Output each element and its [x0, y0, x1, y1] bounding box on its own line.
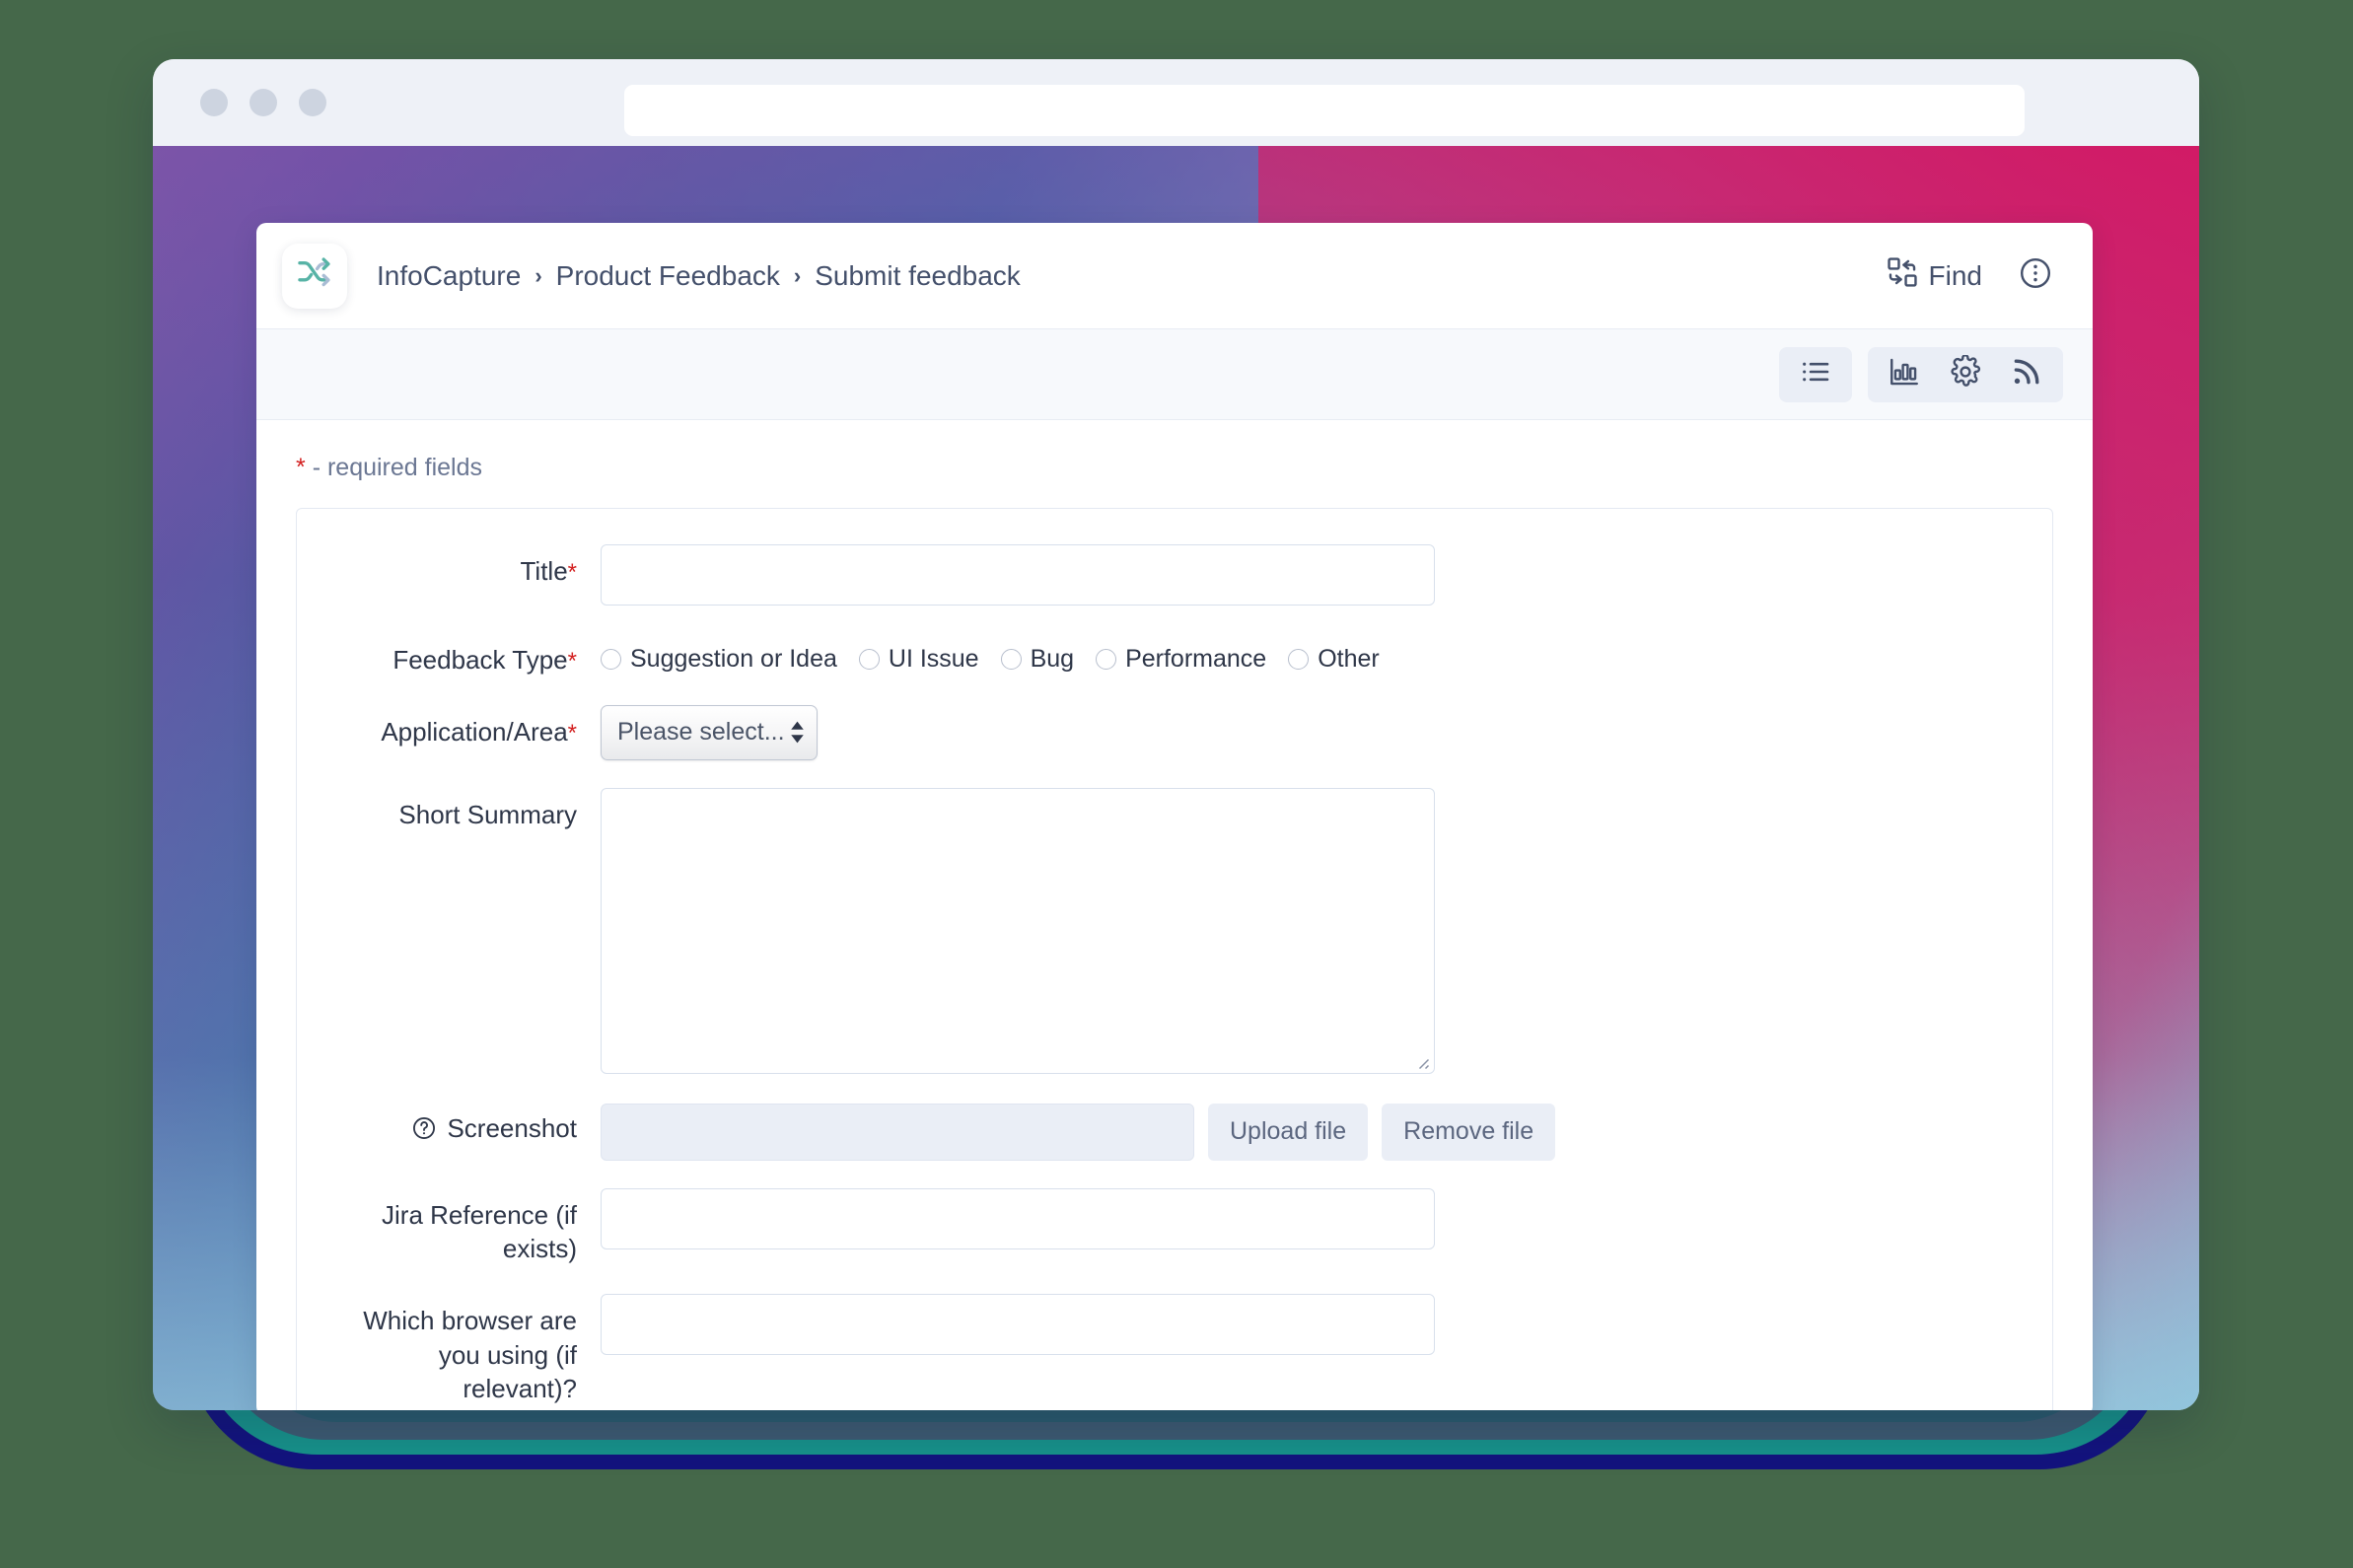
label-application-area-text: Application/Area [381, 716, 568, 747]
form-row-short-summary: Short Summary [297, 787, 2052, 1074]
header-actions: Find [1886, 255, 2053, 296]
control-jira-reference [601, 1187, 2023, 1249]
help-circle-icon[interactable] [411, 1115, 437, 1141]
title-input[interactable] [601, 544, 1435, 606]
browser-window: InfoCapture › Product Feedback › Submit … [153, 59, 2199, 1410]
breadcrumb: InfoCapture › Product Feedback › Submit … [377, 260, 1021, 292]
screenshot-file-row: Upload file Remove file [601, 1102, 2023, 1161]
address-bar[interactable] [624, 85, 2025, 136]
remove-file-button[interactable]: Remove file [1382, 1103, 1556, 1161]
app-toolbar [256, 329, 2093, 420]
label-title-text: Title [520, 556, 568, 586]
list-view-button[interactable] [1785, 347, 1846, 402]
radio-label: UI Issue [888, 645, 979, 673]
find-label: Find [1928, 259, 1982, 291]
maximize-button[interactable] [299, 89, 326, 116]
label-screenshot: Screenshot [326, 1102, 601, 1146]
radio-indicator[interactable] [1096, 649, 1117, 670]
gear-icon [1949, 354, 1982, 393]
control-short-summary [601, 787, 2023, 1074]
required-marker: * [296, 454, 306, 481]
toolbar-group-actions [1868, 346, 2063, 402]
app-header: InfoCapture › Product Feedback › Submit … [256, 223, 2093, 329]
radio-indicator[interactable] [1288, 649, 1310, 670]
radio-label: Performance [1125, 645, 1267, 673]
breadcrumb-item-product-feedback[interactable]: Product Feedback [556, 260, 780, 292]
radio-label: Bug [1030, 645, 1075, 673]
label-screenshot-text: Screenshot [447, 1112, 577, 1143]
form-row-browser-used: Which browser are you using (if relevant… [297, 1294, 2052, 1406]
label-browser-used-text: Which browser are you using (if relevant… [363, 1306, 577, 1404]
label-short-summary-text: Short Summary [398, 799, 577, 829]
browser-used-input[interactable] [601, 1294, 1435, 1356]
control-browser-used [601, 1294, 2023, 1356]
application-area-select[interactable]: Please select... [601, 704, 818, 760]
toolbar-group-views [1779, 346, 1852, 402]
control-feedback-type: Suggestion or Idea UI Issue Bug Performa… [601, 633, 2023, 674]
label-feedback-type: Feedback Type* [326, 633, 601, 677]
form-panel: Title* Feedback Type* Suggestion or Idea… [296, 508, 2053, 1410]
radio-other[interactable]: Other [1288, 645, 1380, 674]
window-controls[interactable] [200, 89, 326, 116]
app-logo[interactable] [282, 243, 347, 309]
minimize-button[interactable] [250, 89, 277, 116]
label-jira-reference: Jira Reference (if exists) [326, 1188, 601, 1266]
upload-file-button[interactable]: Upload file [1208, 1103, 1369, 1161]
breadcrumb-item-submit-feedback[interactable]: Submit feedback [815, 260, 1021, 292]
radio-bug[interactable]: Bug [1000, 645, 1075, 674]
required-marker: * [567, 719, 577, 747]
short-summary-textarea[interactable] [601, 787, 1435, 1074]
label-feedback-type-text: Feedback Type [392, 645, 568, 675]
form-row-feedback-type: Feedback Type* Suggestion or Idea UI Iss… [297, 633, 2052, 677]
app-card: InfoCapture › Product Feedback › Submit … [256, 223, 2093, 1410]
jira-reference-input[interactable] [601, 1187, 1435, 1249]
required-fields-text: - required fields [312, 454, 482, 481]
label-title: Title* [326, 544, 601, 589]
required-marker: * [567, 559, 577, 586]
control-screenshot: Upload file Remove file [601, 1102, 2023, 1161]
bar-chart-icon [1888, 355, 1921, 393]
feedback-type-radio-group: Suggestion or Idea UI Issue Bug Performa… [601, 633, 2023, 674]
form-row-jira-reference: Jira Reference (if exists) [297, 1187, 2052, 1266]
radio-ui-issue[interactable]: UI Issue [858, 645, 979, 674]
breadcrumb-item-infocapture[interactable]: InfoCapture [377, 260, 521, 292]
list-icon [1799, 355, 1832, 393]
label-browser-used: Which browser are you using (if relevant… [326, 1294, 601, 1406]
page-viewport: InfoCapture › Product Feedback › Submit … [153, 146, 2199, 1410]
feed-button[interactable] [1996, 347, 2057, 402]
find-button[interactable]: Find [1886, 255, 1982, 296]
browser-chrome [153, 59, 2199, 146]
radio-indicator[interactable] [601, 649, 621, 670]
form-row-screenshot: Screenshot Upload file Remove file [297, 1102, 2052, 1161]
radio-performance[interactable]: Performance [1096, 645, 1266, 674]
control-application-area: Please select... [601, 704, 2023, 760]
form-body: * - required fields Title* Feedback Type… [256, 420, 2093, 1410]
radio-label: Suggestion or Idea [630, 645, 837, 673]
radio-suggestion-or-idea[interactable]: Suggestion or Idea [601, 645, 837, 674]
reports-button[interactable] [1874, 347, 1935, 402]
screenshot-file-display [601, 1103, 1194, 1161]
swap-boxes-icon [1886, 255, 1919, 296]
application-area-selected-value: Please select... [617, 718, 785, 747]
breadcrumb-separator-icon: › [535, 262, 542, 288]
label-jira-reference-text: Jira Reference (if exists) [382, 1199, 577, 1264]
required-marker: * [567, 648, 577, 675]
radio-indicator[interactable] [1000, 649, 1022, 670]
radio-label: Other [1318, 645, 1380, 673]
form-row-title: Title* [297, 544, 2052, 606]
required-fields-note: * - required fields [296, 454, 2053, 482]
radio-indicator[interactable] [858, 649, 880, 670]
shuffle-icon [296, 254, 333, 297]
control-title [601, 544, 2023, 606]
label-short-summary: Short Summary [326, 788, 601, 832]
settings-button[interactable] [1935, 347, 1996, 402]
close-button[interactable] [200, 89, 228, 116]
label-application-area: Application/Area* [326, 705, 601, 749]
form-row-application-area: Application/Area* Please select... [297, 704, 2052, 760]
more-vertical-circle-icon[interactable] [2018, 255, 2053, 296]
rss-icon [2010, 355, 2043, 393]
breadcrumb-separator-icon: › [793, 262, 802, 288]
select-stepper-arrows-icon [790, 721, 805, 744]
resize-handle-icon[interactable] [1412, 1052, 1430, 1070]
